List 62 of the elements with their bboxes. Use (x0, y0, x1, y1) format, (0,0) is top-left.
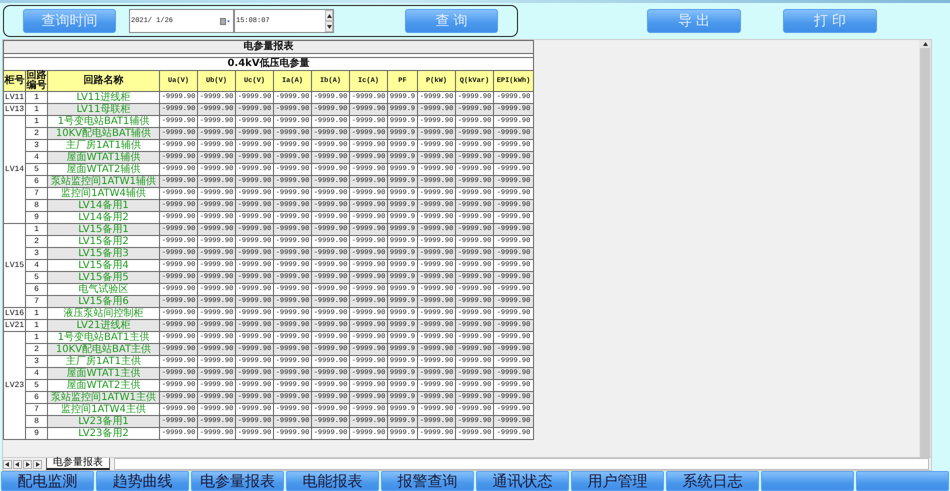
cabinet-cell: LV21 (4, 320, 26, 332)
column-header: 回路名称 (48, 70, 160, 92)
up-arrow-icon (326, 14, 332, 18)
cabinet-cell: LV11 (4, 92, 26, 104)
column-header: 回路编号 (26, 70, 48, 92)
sheet-tab[interactable]: 电参量报表 (46, 458, 110, 470)
circuit-name-cell: LV23备用2 (48, 428, 160, 440)
cabinet-cell: LV15 (4, 224, 26, 308)
cabinet-cell: LV16 (4, 308, 26, 320)
report-title: 电参量报表 (4, 40, 534, 54)
circuit-name-cell: LV15备用2 (48, 236, 160, 248)
circuit-name-cell: LV14备用1 (48, 200, 160, 212)
circuit-name-cell: 10KV配电站BAT辅供 (48, 128, 160, 140)
cabinet-cell: LV23 (4, 332, 26, 440)
scroll-up-icon (922, 42, 928, 46)
circuit-name-cell: 泵站监控间1ATW1主供 (48, 392, 160, 404)
circuit-name-cell: 1号变电站BAT1主供 (48, 332, 160, 344)
sheet-end-button[interactable] (33, 460, 42, 468)
nav-button[interactable]: 用户管理 (571, 471, 664, 491)
column-header: 柜号 (4, 70, 26, 92)
nav-button[interactable]: 报警查询 (381, 471, 474, 491)
circuit-name-cell: 监控间1ATW4主供 (48, 404, 160, 416)
nav-button[interactable]: 通讯状态 (476, 471, 569, 491)
nav-button[interactable]: 趋势曲线 (96, 471, 189, 491)
cabinet-cell: LV13 (4, 104, 26, 116)
scrollbar[interactable] (919, 40, 931, 457)
sheet-end-button[interactable] (3, 460, 12, 468)
circuit-name-cell: LV15备用1 (48, 224, 160, 236)
circuit-name-cell: 屋面WTAT1辅供 (48, 152, 160, 164)
circuit-name-cell: 主厂房1AT1主供 (48, 356, 160, 368)
sheet-step-button[interactable] (23, 460, 32, 468)
circuit-name-cell: LV14备用2 (48, 212, 160, 224)
circuit-name-cell: LV23备用1 (48, 416, 160, 428)
circuit-name-cell: 液压泵站间控制柜 (48, 308, 160, 320)
spin-down-button[interactable] (325, 21, 333, 32)
circuit-name-cell: 主厂房1AT1辅供 (48, 140, 160, 152)
calendar-dropdown-icon[interactable] (220, 18, 231, 24)
circuit-name-cell: 电气试验区 (48, 284, 160, 296)
circuit-name-cell: 屋面WTAT2主供 (48, 380, 160, 392)
spin-up-button[interactable] (325, 10, 333, 21)
circuit-name-cell: 屋面WTAT2辅供 (48, 164, 160, 176)
horizontal-scrollbar[interactable] (114, 458, 929, 470)
section-title: 0.4kV低压电参量 (4, 58, 534, 70)
sheet-step-button[interactable] (13, 460, 22, 468)
circuit-name-cell: 泵站监控间1ATW1辅供 (48, 176, 160, 188)
circuit-name-cell: 监控间1ATW4辅供 (48, 188, 160, 200)
circuit-name-cell: 10KV配电站BAT主供 (48, 344, 160, 356)
circuit-name-cell: LV15备用5 (48, 272, 160, 284)
circuit-name-cell: LV11母联柜 (48, 104, 160, 116)
circuit-name-cell: LV11进线柜 (48, 92, 160, 104)
circuit-name-cell: LV21进线柜 (48, 320, 160, 332)
circuit-name-cell: LV15备用6 (48, 296, 160, 308)
circuit-name-cell: LV15备用4 (48, 260, 160, 272)
nav-button[interactable]: 配电监测 (1, 471, 94, 491)
nav-button[interactable]: 系统日志 (666, 471, 759, 491)
cabinet-cell: LV14 (4, 116, 26, 224)
circuit-name-cell: 1号变电站BAT1辅供 (48, 116, 160, 128)
circuit-name-cell: LV15备用3 (48, 248, 160, 260)
nav-button[interactable]: 电参量报表 (191, 471, 284, 491)
nav-button[interactable]: 电能报表 (286, 471, 379, 491)
circuit-name-cell: 屋面WTAT1主供 (48, 368, 160, 380)
down-arrow-icon (326, 24, 332, 28)
